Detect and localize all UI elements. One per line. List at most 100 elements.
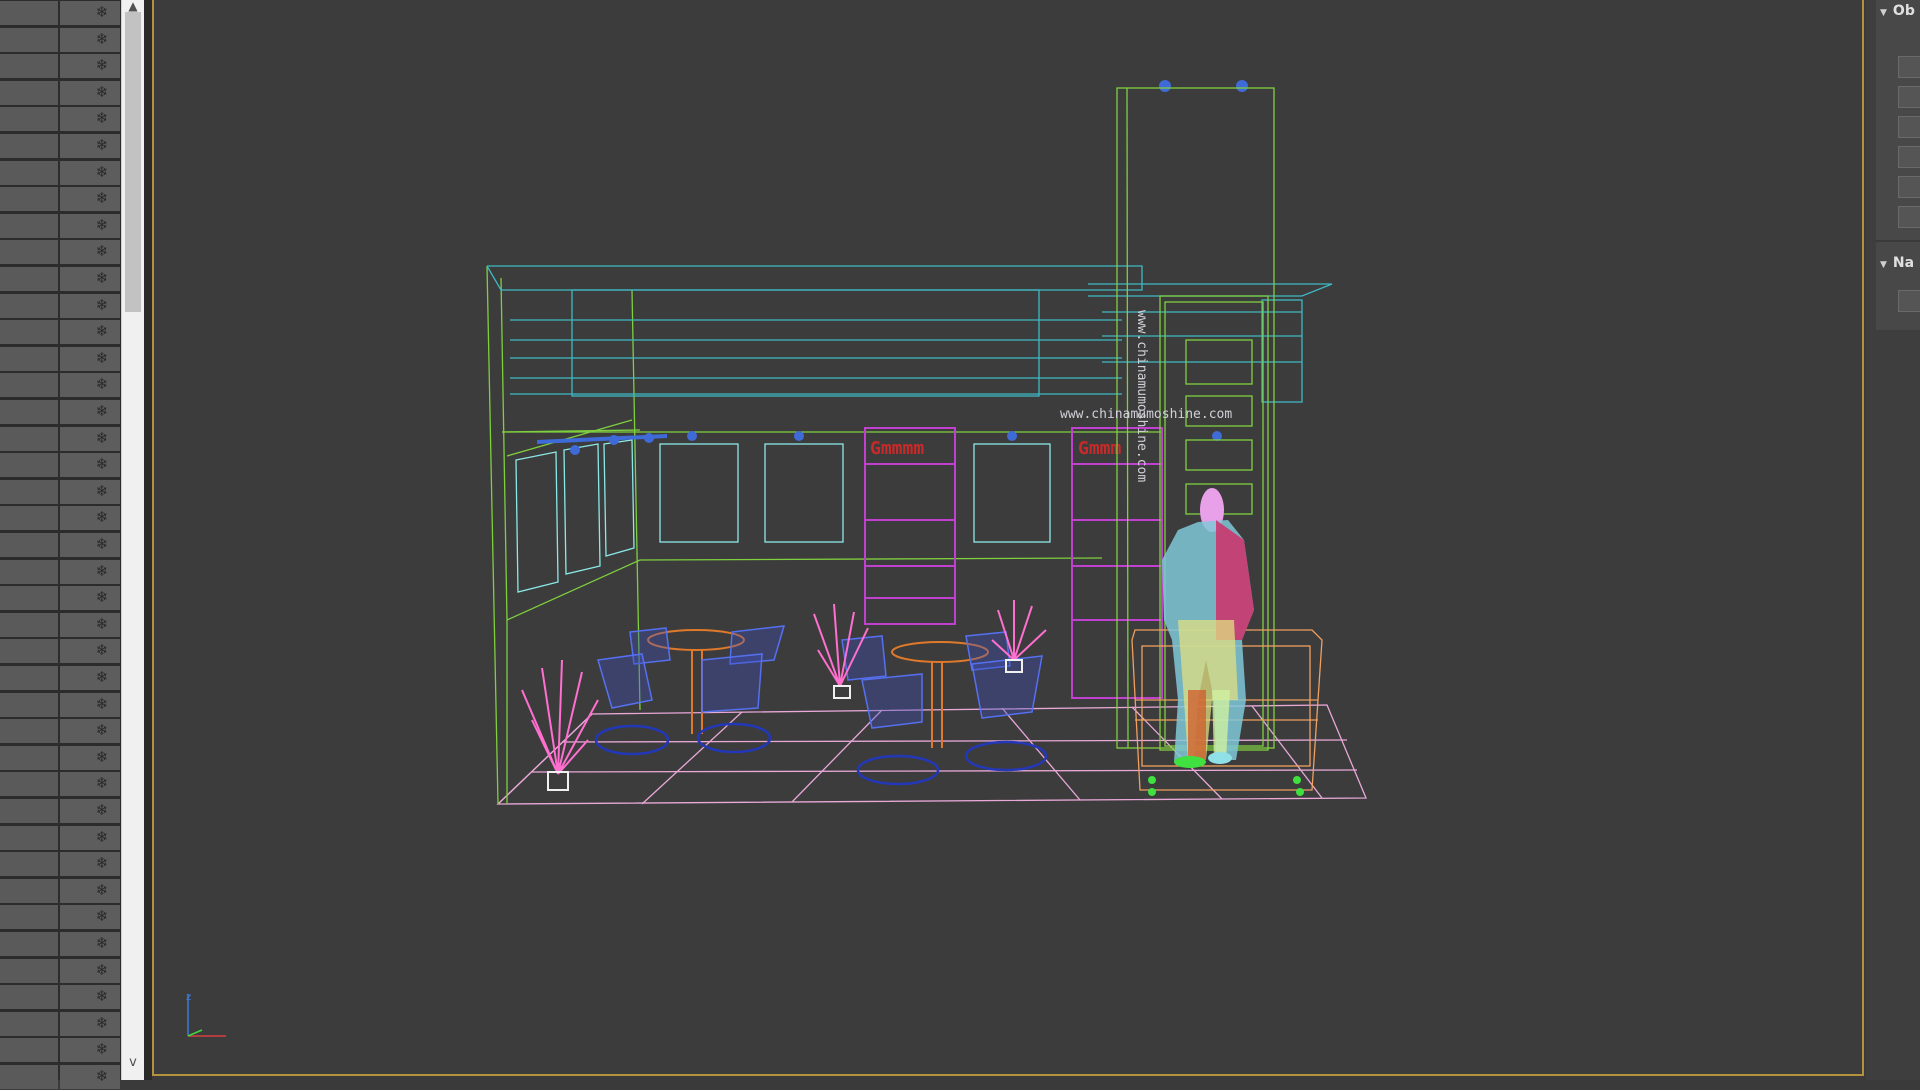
freeze-toggle-cell[interactable]: [60, 346, 120, 371]
freeze-toggle-cell[interactable]: [60, 506, 120, 531]
snowflake-freeze-icon[interactable]: ❄: [94, 614, 110, 634]
object-name-cell[interactable]: [0, 958, 58, 983]
scene-explorer-row[interactable]: ❄: [0, 532, 120, 558]
object-type-button-3[interactable]: [1898, 116, 1920, 138]
object-name-cell[interactable]: [0, 373, 58, 398]
object-name-cell[interactable]: [0, 27, 58, 52]
object-name-cell[interactable]: [0, 134, 58, 158]
scene-explorer-row[interactable]: ❄: [0, 825, 120, 851]
rollout-object-type[interactable]: ▼ Ob: [1876, 0, 1920, 22]
scene-explorer-row[interactable]: ❄: [0, 266, 120, 292]
snowflake-freeze-icon[interactable]: ❄: [94, 108, 110, 128]
scene-explorer-row[interactable]: ❄: [0, 692, 120, 718]
scene-explorer-row[interactable]: ❄: [0, 452, 120, 478]
scene-explorer-row[interactable]: ❄: [0, 612, 120, 638]
snowflake-freeze-icon[interactable]: ❄: [94, 135, 110, 155]
object-name-cell[interactable]: [0, 985, 58, 1010]
object-name-cell[interactable]: [0, 346, 58, 371]
scroll-down-arrow-icon[interactable]: v: [122, 1053, 144, 1073]
snowflake-freeze-icon[interactable]: ❄: [94, 986, 110, 1006]
scene-explorer-row[interactable]: ❄: [0, 27, 120, 53]
snowflake-freeze-icon[interactable]: ❄: [94, 241, 110, 261]
object-name-cell[interactable]: [0, 692, 58, 717]
scene-explorer-row[interactable]: ❄: [0, 984, 120, 1010]
freeze-toggle-cell[interactable]: [60, 1, 120, 25]
object-name-cell[interactable]: [0, 80, 58, 105]
snowflake-freeze-icon[interactable]: ❄: [94, 694, 110, 714]
scene-explorer-row[interactable]: ❄: [0, 878, 120, 904]
snowflake-freeze-icon[interactable]: ❄: [94, 295, 110, 315]
snowflake-freeze-icon[interactable]: ❄: [94, 1039, 110, 1059]
scene-explorer-row[interactable]: ❄: [0, 80, 120, 106]
object-name-cell[interactable]: [0, 1011, 58, 1036]
object-name-cell[interactable]: [0, 160, 58, 185]
snowflake-freeze-icon[interactable]: ❄: [94, 640, 110, 660]
freeze-toggle-cell[interactable]: [60, 373, 120, 398]
scroll-thumb[interactable]: [125, 12, 141, 312]
object-name-cell[interactable]: [0, 533, 58, 557]
freeze-toggle-cell[interactable]: [60, 1065, 120, 1089]
scene-explorer-row[interactable]: ❄: [0, 559, 120, 585]
object-name-cell[interactable]: [0, 825, 58, 850]
snowflake-freeze-icon[interactable]: ❄: [94, 2, 110, 22]
freeze-toggle-cell[interactable]: [60, 639, 120, 664]
object-name-cell[interactable]: [0, 586, 58, 611]
snowflake-freeze-icon[interactable]: ❄: [94, 534, 110, 554]
object-name-cell[interactable]: [0, 639, 58, 664]
object-name-cell[interactable]: [0, 1, 58, 25]
snowflake-freeze-icon[interactable]: ❄: [94, 29, 110, 49]
freeze-toggle-cell[interactable]: [60, 666, 120, 690]
rollout-name-color[interactable]: ▼ Na: [1876, 252, 1920, 274]
object-name-cell[interactable]: [0, 559, 58, 584]
object-type-button-1[interactable]: [1898, 56, 1920, 78]
scene-explorer-row[interactable]: ❄: [0, 585, 120, 611]
object-name-cell[interactable]: [0, 1065, 58, 1089]
scene-explorer-row[interactable]: ❄: [0, 319, 120, 345]
scene-explorer-row[interactable]: ❄: [0, 293, 120, 319]
freeze-toggle-cell[interactable]: [60, 134, 120, 158]
snowflake-freeze-icon[interactable]: ❄: [94, 348, 110, 368]
name-field[interactable]: [1898, 290, 1920, 312]
snowflake-freeze-icon[interactable]: ❄: [94, 428, 110, 448]
object-type-button-6[interactable]: [1898, 206, 1920, 228]
snowflake-freeze-icon[interactable]: ❄: [94, 55, 110, 75]
scroll-up-arrow-icon[interactable]: ▲: [122, 0, 144, 12]
scene-explorer-scrollbar[interactable]: ▲ v: [121, 0, 144, 1080]
snowflake-freeze-icon[interactable]: ❄: [94, 880, 110, 900]
freeze-toggle-cell[interactable]: [60, 852, 120, 877]
freeze-toggle-cell[interactable]: [60, 426, 120, 451]
object-name-cell[interactable]: [0, 400, 58, 424]
snowflake-freeze-icon[interactable]: ❄: [94, 1013, 110, 1033]
snowflake-freeze-icon[interactable]: ❄: [94, 933, 110, 953]
scene-explorer-row[interactable]: ❄: [0, 665, 120, 691]
scene-explorer-list[interactable]: ❄ ❄ ❄ ❄ ❄ ❄ ❄ ❄ ❄ ❄ ❄ ❄ ❄ ❄ ❄ ❄ ❄ ❄ ❄ ❄ ❄ ❄ ❄ ❄ ❄ ❄ ❄ ❄ ❄ ❄ ❄ ❄ ❄ ❄ ❄ ❄ ❄ ❄ ❄ ❄…: [0, 0, 120, 1089]
snowflake-freeze-icon[interactable]: ❄: [94, 720, 110, 740]
scene-explorer-row[interactable]: ❄: [0, 505, 120, 531]
snowflake-freeze-icon[interactable]: ❄: [94, 507, 110, 527]
object-name-cell[interactable]: [0, 666, 58, 690]
object-name-cell[interactable]: [0, 905, 58, 930]
freeze-toggle-cell[interactable]: [60, 559, 120, 584]
object-name-cell[interactable]: [0, 267, 58, 291]
scene-explorer-row[interactable]: ❄: [0, 346, 120, 372]
freeze-toggle-cell[interactable]: [60, 985, 120, 1010]
object-name-cell[interactable]: [0, 852, 58, 877]
object-name-cell[interactable]: [0, 932, 58, 956]
freeze-toggle-cell[interactable]: [60, 240, 120, 265]
snowflake-freeze-icon[interactable]: ❄: [94, 215, 110, 235]
freeze-toggle-cell[interactable]: [60, 453, 120, 478]
scene-explorer-row[interactable]: ❄: [0, 638, 120, 664]
scene-explorer-row[interactable]: ❄: [0, 1011, 120, 1037]
freeze-toggle-cell[interactable]: [60, 160, 120, 185]
object-name-cell[interactable]: [0, 745, 58, 770]
scene-explorer-row[interactable]: ❄: [0, 160, 120, 186]
scene-explorer-row[interactable]: ❄: [0, 239, 120, 265]
scene-explorer-row[interactable]: ❄: [0, 1037, 120, 1063]
freeze-toggle-cell[interactable]: [60, 1038, 120, 1063]
object-name-cell[interactable]: [0, 719, 58, 744]
freeze-toggle-cell[interactable]: [60, 293, 120, 318]
freeze-toggle-cell[interactable]: [60, 267, 120, 291]
object-type-button-5[interactable]: [1898, 176, 1920, 198]
snowflake-freeze-icon[interactable]: ❄: [94, 561, 110, 581]
freeze-toggle-cell[interactable]: [60, 107, 120, 132]
